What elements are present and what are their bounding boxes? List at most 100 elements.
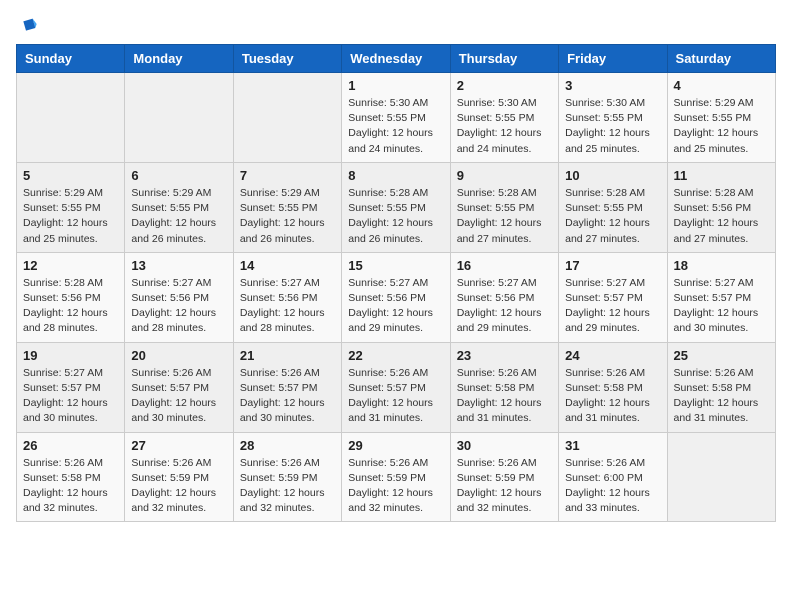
day-info: Sunrise: 5:30 AM Sunset: 5:55 PM Dayligh…	[565, 96, 660, 157]
day-info: Sunrise: 5:30 AM Sunset: 5:55 PM Dayligh…	[457, 96, 552, 157]
day-info: Sunrise: 5:27 AM Sunset: 5:56 PM Dayligh…	[457, 276, 552, 337]
day-info: Sunrise: 5:28 AM Sunset: 5:55 PM Dayligh…	[457, 186, 552, 247]
calendar-cell: 26 Sunrise: 5:26 AM Sunset: 5:58 PM Dayli…	[17, 432, 125, 522]
day-info: Sunrise: 5:29 AM Sunset: 5:55 PM Dayligh…	[131, 186, 226, 247]
calendar-cell: 14 Sunrise: 5:27 AM Sunset: 5:56 PM Dayli…	[233, 252, 341, 342]
day-info: Sunrise: 5:26 AM Sunset: 5:58 PM Dayligh…	[457, 366, 552, 427]
calendar-cell: 10 Sunrise: 5:28 AM Sunset: 5:55 PM Dayli…	[559, 162, 667, 252]
day-number: 7	[240, 168, 335, 183]
calendar-cell: 7 Sunrise: 5:29 AM Sunset: 5:55 PM Daylig…	[233, 162, 341, 252]
day-info: Sunrise: 5:27 AM Sunset: 5:57 PM Dayligh…	[565, 276, 660, 337]
calendar-cell: 27 Sunrise: 5:26 AM Sunset: 5:59 PM Dayli…	[125, 432, 233, 522]
calendar-week-row: 5 Sunrise: 5:29 AM Sunset: 5:55 PM Daylig…	[17, 162, 776, 252]
day-number: 20	[131, 348, 226, 363]
header-tuesday: Tuesday	[233, 45, 341, 73]
day-number: 24	[565, 348, 660, 363]
day-info: Sunrise: 5:29 AM Sunset: 5:55 PM Dayligh…	[240, 186, 335, 247]
day-info: Sunrise: 5:28 AM Sunset: 5:55 PM Dayligh…	[565, 186, 660, 247]
calendar-cell	[233, 73, 341, 163]
day-number: 1	[348, 78, 443, 93]
day-number: 29	[348, 438, 443, 453]
day-number: 22	[348, 348, 443, 363]
day-info: Sunrise: 5:26 AM Sunset: 5:58 PM Dayligh…	[565, 366, 660, 427]
calendar-cell: 1 Sunrise: 5:30 AM Sunset: 5:55 PM Daylig…	[342, 73, 450, 163]
calendar-cell: 17Sunrise: 5:27 AM Sunset: 5:57 PM Dayli…	[559, 252, 667, 342]
day-number: 19	[23, 348, 118, 363]
calendar-week-row: 1 Sunrise: 5:30 AM Sunset: 5:55 PM Daylig…	[17, 73, 776, 163]
calendar-cell: 5 Sunrise: 5:29 AM Sunset: 5:55 PM Daylig…	[17, 162, 125, 252]
calendar-cell: 16 Sunrise: 5:27 AM Sunset: 5:56 PM Dayli…	[450, 252, 558, 342]
calendar-week-row: 12 Sunrise: 5:28 AM Sunset: 5:56 PM Dayli…	[17, 252, 776, 342]
calendar-cell: 15Sunrise: 5:27 AM Sunset: 5:56 PM Dayli…	[342, 252, 450, 342]
calendar-cell	[125, 73, 233, 163]
day-number: 30	[457, 438, 552, 453]
calendar-cell: 24 Sunrise: 5:26 AM Sunset: 5:58 PM Dayli…	[559, 342, 667, 432]
day-info: Sunrise: 5:26 AM Sunset: 5:59 PM Dayligh…	[131, 456, 226, 517]
header-sunday: Sunday	[17, 45, 125, 73]
day-number: 16	[457, 258, 552, 273]
day-number: 5	[23, 168, 118, 183]
calendar-cell: 31 Sunrise: 5:26 AM Sunset: 6:00 PM Dayli…	[559, 432, 667, 522]
calendar-cell: 3 Sunrise: 5:30 AM Sunset: 5:55 PM Daylig…	[559, 73, 667, 163]
logo	[16, 16, 42, 36]
day-info: Sunrise: 5:26 AM Sunset: 5:58 PM Dayligh…	[674, 366, 769, 427]
day-info: Sunrise: 5:26 AM Sunset: 5:59 PM Dayligh…	[348, 456, 443, 517]
day-number: 26	[23, 438, 118, 453]
header-thursday: Thursday	[450, 45, 558, 73]
calendar-cell: 23 Sunrise: 5:26 AM Sunset: 5:58 PM Dayli…	[450, 342, 558, 432]
day-number: 14	[240, 258, 335, 273]
day-number: 2	[457, 78, 552, 93]
calendar-cell: 29 Sunrise: 5:26 AM Sunset: 5:59 PM Dayli…	[342, 432, 450, 522]
day-info: Sunrise: 5:26 AM Sunset: 5:57 PM Dayligh…	[240, 366, 335, 427]
day-info: Sunrise: 5:30 AM Sunset: 5:55 PM Dayligh…	[348, 96, 443, 157]
day-info: Sunrise: 5:29 AM Sunset: 5:55 PM Dayligh…	[674, 96, 769, 157]
day-info: Sunrise: 5:29 AM Sunset: 5:55 PM Dayligh…	[23, 186, 118, 247]
calendar-cell: 25Sunrise: 5:26 AM Sunset: 5:58 PM Dayli…	[667, 342, 775, 432]
day-info: Sunrise: 5:26 AM Sunset: 5:58 PM Dayligh…	[23, 456, 118, 517]
header-saturday: Saturday	[667, 45, 775, 73]
day-number: 4	[674, 78, 769, 93]
day-info: Sunrise: 5:27 AM Sunset: 5:56 PM Dayligh…	[131, 276, 226, 337]
calendar-cell: 20 Sunrise: 5:26 AM Sunset: 5:57 PM Dayli…	[125, 342, 233, 432]
calendar-week-row: 19Sunrise: 5:27 AM Sunset: 5:57 PM Dayli…	[17, 342, 776, 432]
day-number: 21	[240, 348, 335, 363]
header-friday: Friday	[559, 45, 667, 73]
header-monday: Monday	[125, 45, 233, 73]
calendar-cell: 22Sunrise: 5:26 AM Sunset: 5:57 PM Dayli…	[342, 342, 450, 432]
day-info: Sunrise: 5:28 AM Sunset: 5:55 PM Dayligh…	[348, 186, 443, 247]
header-wednesday: Wednesday	[342, 45, 450, 73]
day-info: Sunrise: 5:27 AM Sunset: 5:56 PM Dayligh…	[348, 276, 443, 337]
day-info: Sunrise: 5:28 AM Sunset: 5:56 PM Dayligh…	[23, 276, 118, 337]
calendar-header-row: SundayMondayTuesdayWednesdayThursdayFrid…	[17, 45, 776, 73]
calendar-cell	[667, 432, 775, 522]
day-number: 18	[674, 258, 769, 273]
day-number: 6	[131, 168, 226, 183]
day-info: Sunrise: 5:26 AM Sunset: 5:59 PM Dayligh…	[457, 456, 552, 517]
day-number: 11	[674, 168, 769, 183]
calendar-cell: 19Sunrise: 5:27 AM Sunset: 5:57 PM Dayli…	[17, 342, 125, 432]
calendar-cell: 4 Sunrise: 5:29 AM Sunset: 5:55 PM Daylig…	[667, 73, 775, 163]
day-info: Sunrise: 5:26 AM Sunset: 6:00 PM Dayligh…	[565, 456, 660, 517]
calendar-cell: 13Sunrise: 5:27 AM Sunset: 5:56 PM Dayli…	[125, 252, 233, 342]
calendar-week-row: 26 Sunrise: 5:26 AM Sunset: 5:58 PM Dayli…	[17, 432, 776, 522]
day-number: 10	[565, 168, 660, 183]
logo-icon	[18, 16, 38, 36]
day-number: 12	[23, 258, 118, 273]
calendar-cell: 6 Sunrise: 5:29 AM Sunset: 5:55 PM Daylig…	[125, 162, 233, 252]
day-info: Sunrise: 5:26 AM Sunset: 5:57 PM Dayligh…	[131, 366, 226, 427]
day-number: 3	[565, 78, 660, 93]
calendar-table: SundayMondayTuesdayWednesdayThursdayFrid…	[16, 44, 776, 522]
day-info: Sunrise: 5:28 AM Sunset: 5:56 PM Dayligh…	[674, 186, 769, 247]
day-number: 31	[565, 438, 660, 453]
day-info: Sunrise: 5:27 AM Sunset: 5:56 PM Dayligh…	[240, 276, 335, 337]
day-info: Sunrise: 5:27 AM Sunset: 5:57 PM Dayligh…	[674, 276, 769, 337]
day-number: 8	[348, 168, 443, 183]
header	[16, 16, 776, 36]
calendar-cell: 21 Sunrise: 5:26 AM Sunset: 5:57 PM Dayli…	[233, 342, 341, 432]
calendar-cell: 28Sunrise: 5:26 AM Sunset: 5:59 PM Dayli…	[233, 432, 341, 522]
day-number: 27	[131, 438, 226, 453]
calendar-cell	[17, 73, 125, 163]
day-number: 23	[457, 348, 552, 363]
day-number: 28	[240, 438, 335, 453]
calendar-cell: 2 Sunrise: 5:30 AM Sunset: 5:55 PM Daylig…	[450, 73, 558, 163]
